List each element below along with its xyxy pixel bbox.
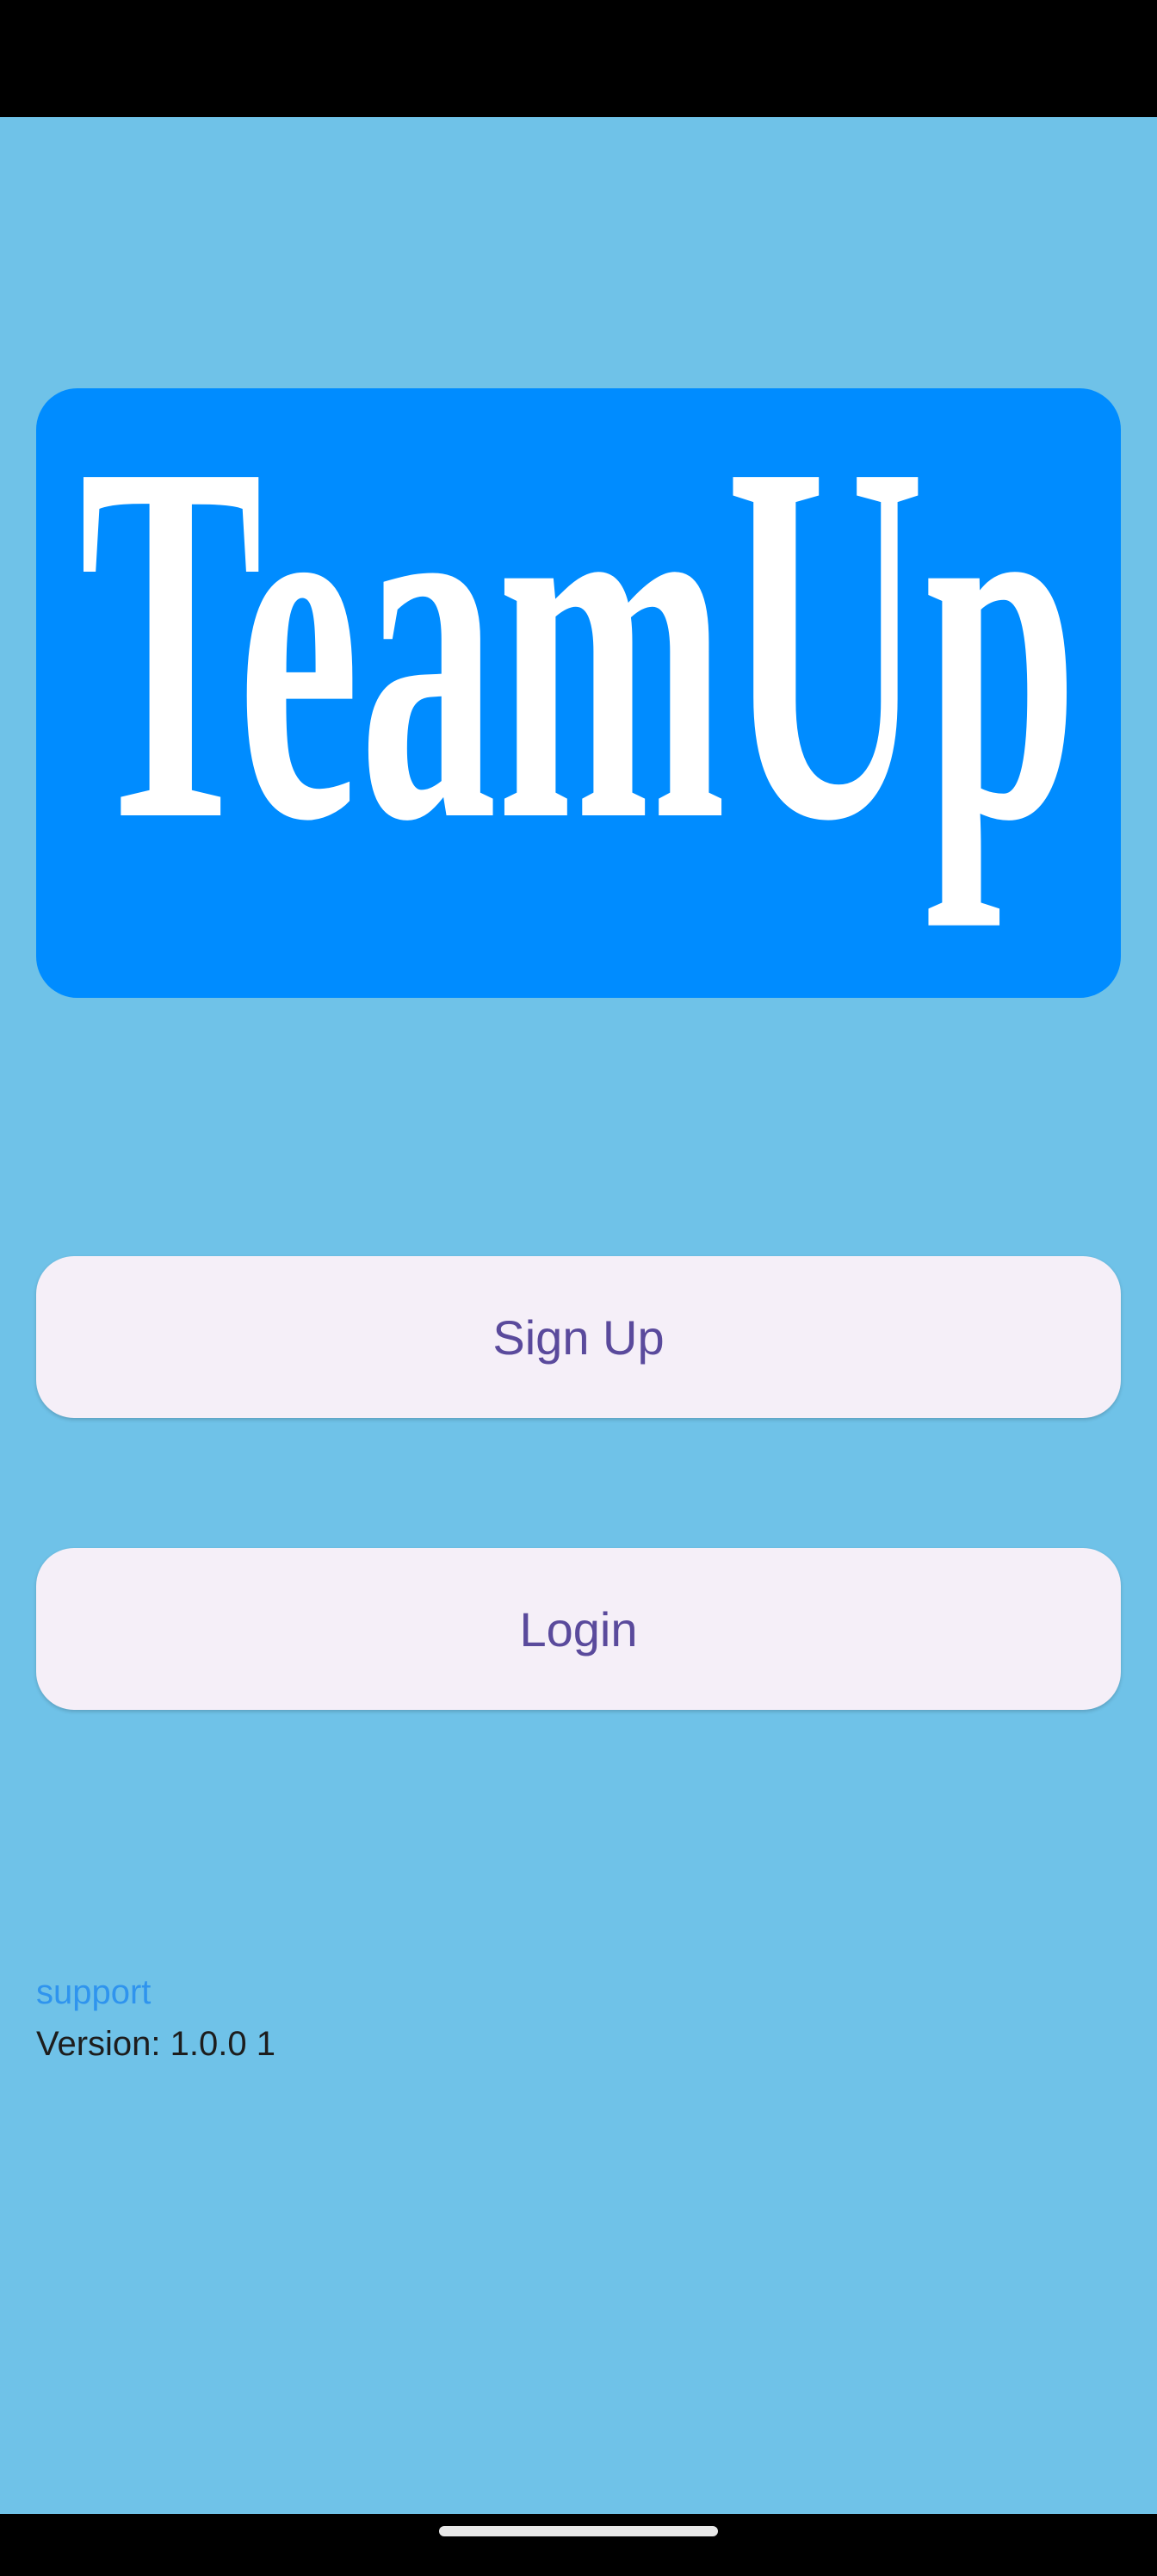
version-info: Version: 1.0.0 1 <box>36 2023 275 2065</box>
app-logo: TeamUp <box>36 388 1121 998</box>
version-label: Version: <box>36 2025 161 2063</box>
sign-up-button-label: Sign Up <box>492 1310 665 1365</box>
app-logo-wordmark: TeamUp <box>79 388 1078 928</box>
support-link[interactable]: support <box>36 1972 151 2013</box>
app-logo-text: TeamUp <box>79 388 1078 928</box>
home-gesture-handle[interactable] <box>439 2526 718 2536</box>
login-button[interactable]: Login <box>36 1548 1121 1710</box>
navigation-bar <box>0 2514 1157 2576</box>
login-button-label: Login <box>519 1601 638 1656</box>
status-bar <box>0 0 1157 117</box>
version-value: 1.0.0 1 <box>170 2025 275 2063</box>
sign-up-button[interactable]: Sign Up <box>36 1256 1121 1418</box>
